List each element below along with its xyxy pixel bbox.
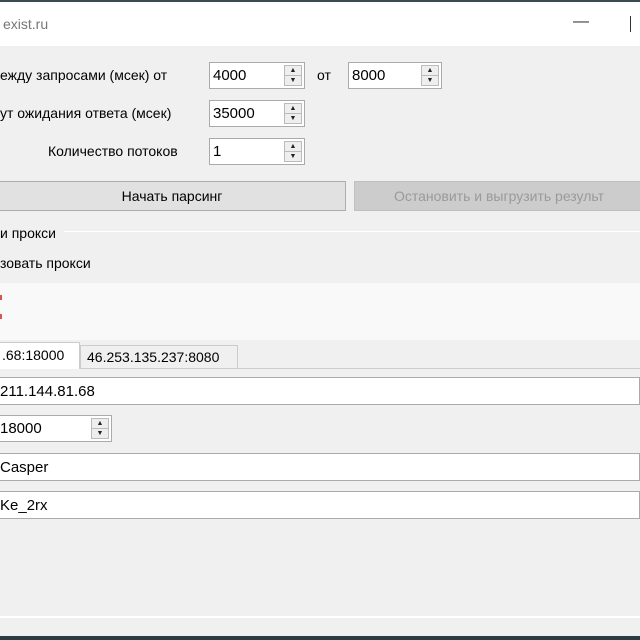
red-dot-icon: [0, 314, 2, 319]
group-divider: [64, 231, 640, 232]
arrow-down-icon[interactable]: ▼: [92, 429, 108, 439]
delay-label: ежду запросами (мсек) от: [0, 67, 168, 83]
timeout-stepper[interactable]: 35000 ▲ ▼: [209, 100, 305, 127]
timeout-label: ут ожидания ответа (мсек): [0, 105, 172, 121]
host-value: 211.144.81.68: [0, 383, 95, 400]
arrow-up-icon[interactable]: ▲: [422, 66, 438, 76]
proxy-toolbar: [0, 283, 640, 340]
arrow-down-icon[interactable]: ▼: [285, 76, 301, 86]
taskbar: [0, 636, 640, 640]
maximize-button[interactable]: [630, 16, 640, 32]
login-value: Casper: [0, 459, 49, 476]
delay-from-value: 4000: [213, 67, 247, 84]
arrow-down-icon[interactable]: ▼: [422, 76, 438, 86]
proxy-password-input[interactable]: Ke_2rx: [0, 491, 640, 519]
password-value: Ke_2rx: [0, 497, 48, 514]
threads-value: 1: [213, 143, 222, 160]
minimize-button[interactable]: —: [566, 8, 596, 38]
arrow-down-icon[interactable]: ▼: [285, 114, 301, 124]
start-parsing-button[interactable]: Начать парсинг: [0, 181, 346, 211]
tab-label: .68:18000: [2, 347, 65, 363]
proxy-port-stepper[interactable]: 18000 ▲ ▼: [0, 415, 112, 442]
timeout-value: 35000: [213, 105, 255, 122]
threads-stepper[interactable]: 1 ▲ ▼: [209, 138, 305, 165]
tab-label: 46.253.135.237:8080: [87, 349, 220, 365]
arrow-up-icon[interactable]: ▲: [285, 142, 301, 152]
arrow-down-icon[interactable]: ▼: [285, 152, 301, 162]
proxy-group-label: и прокси: [0, 225, 56, 241]
title-bar: exist.ru —: [0, 2, 640, 46]
delay-to-value: 8000: [352, 67, 386, 84]
delay-from-stepper[interactable]: 4000 ▲ ▼: [209, 62, 305, 89]
tab-proxy-1[interactable]: .68:18000: [0, 342, 80, 369]
port-value: 18000: [0, 420, 42, 437]
arrow-up-icon[interactable]: ▲: [285, 104, 301, 114]
proxy-login-input[interactable]: Casper: [0, 453, 640, 481]
tab-proxy-2[interactable]: 46.253.135.237:8080: [80, 345, 238, 368]
delay-to-stepper[interactable]: 8000 ▲ ▼: [348, 62, 442, 89]
threads-label: Количество потоков: [48, 143, 178, 159]
arrow-up-icon[interactable]: ▲: [92, 419, 108, 429]
arrow-up-icon[interactable]: ▲: [285, 66, 301, 76]
delay-to-label: от: [317, 67, 331, 83]
red-dot-icon: [0, 295, 2, 300]
window-title: exist.ru: [3, 16, 49, 32]
stop-export-button[interactable]: Остановить и выгрузить результ: [354, 181, 640, 211]
use-proxy-checkbox-label[interactable]: зовать прокси: [0, 255, 91, 271]
proxy-host-input[interactable]: 211.144.81.68: [0, 377, 640, 405]
